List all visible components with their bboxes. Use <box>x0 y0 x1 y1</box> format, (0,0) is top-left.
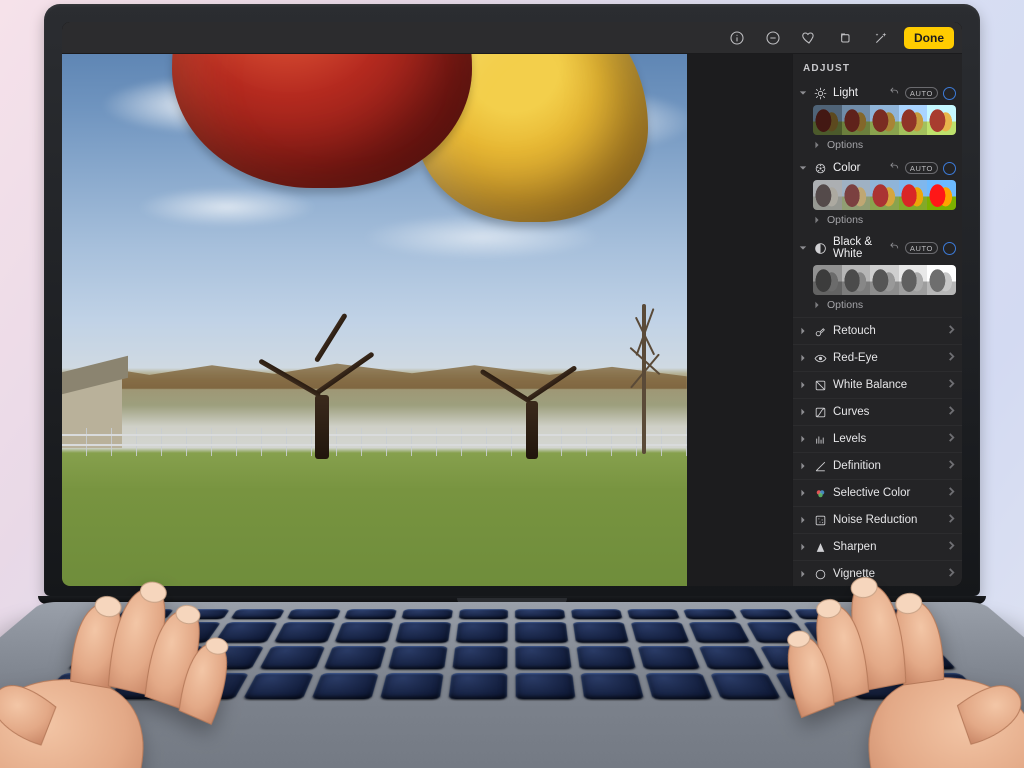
remove-icon[interactable] <box>760 26 786 50</box>
favorite-icon[interactable] <box>796 26 822 50</box>
chevron-right-icon <box>947 433 956 445</box>
auto-button[interactable]: AUTO <box>905 242 938 254</box>
chevron-right-icon <box>813 301 821 309</box>
options-toggle-light[interactable]: Options <box>793 137 962 157</box>
adjust-label: Noise Reduction <box>833 514 941 526</box>
auto-button[interactable]: AUTO <box>905 162 938 174</box>
white-balance-icon <box>813 378 827 392</box>
options-label: Options <box>827 214 863 226</box>
chevron-right-icon <box>947 487 956 499</box>
red-tree <box>182 138 462 458</box>
chevron-right-icon <box>799 435 807 443</box>
adjust-label: Light <box>833 87 883 99</box>
adjust-row-selective[interactable]: Selective Color <box>793 479 962 506</box>
options-label: Options <box>827 139 863 151</box>
chevron-right-icon <box>799 516 807 524</box>
photo-canvas <box>62 54 687 586</box>
chevron-right-icon <box>813 216 821 224</box>
chevron-right-icon <box>947 406 956 418</box>
adjust-row-redeye[interactable]: Red-Eye <box>793 344 962 371</box>
auto-button[interactable]: AUTO <box>905 87 938 99</box>
options-toggle-bw[interactable]: Options <box>793 297 962 317</box>
bw-icon <box>813 241 827 255</box>
enable-ring-icon[interactable] <box>943 162 956 175</box>
chevron-right-icon <box>799 462 807 470</box>
chevron-right-icon <box>813 141 821 149</box>
bw-thumbnail-strip[interactable] <box>813 265 956 295</box>
chevron-right-icon <box>799 408 807 416</box>
adjust-label: Definition <box>833 460 941 472</box>
adjust-row-wb[interactable]: White Balance <box>793 371 962 398</box>
undo-icon[interactable] <box>889 241 900 255</box>
adjust-label: Color <box>833 162 883 174</box>
done-button[interactable]: Done <box>904 27 954 49</box>
chevron-right-icon <box>947 379 956 391</box>
light-icon <box>813 86 827 100</box>
levels-icon <box>813 432 827 446</box>
noise-icon <box>813 513 827 527</box>
chevron-right-icon <box>799 354 807 362</box>
chevron-right-icon <box>799 327 807 335</box>
chevron-right-icon <box>947 352 956 364</box>
app-window: Done <box>62 22 962 586</box>
chevron-right-icon <box>799 489 807 497</box>
panel-title: ADJUST <box>793 54 962 82</box>
chevron-right-icon <box>947 460 956 472</box>
adjust-row-curves[interactable]: Curves <box>793 398 962 425</box>
rotate-icon[interactable] <box>832 26 858 50</box>
laptop: Done <box>44 4 980 604</box>
adjust-header-bw[interactable]: Black & White AUTO <box>793 232 962 262</box>
adjust-label: Curves <box>833 406 941 418</box>
chevron-right-icon <box>799 543 807 551</box>
adjust-section-light: Light AUTO Options <box>793 82 962 157</box>
chevron-right-icon <box>799 381 807 389</box>
adjust-label: Retouch <box>833 325 941 337</box>
chevron-down-icon <box>799 244 807 252</box>
enable-ring-icon[interactable] <box>943 87 956 100</box>
canvas-gutter <box>687 54 792 586</box>
chevron-right-icon <box>947 514 956 526</box>
light-thumbnail-strip[interactable] <box>813 105 956 135</box>
adjust-label: Selective Color <box>833 487 941 499</box>
definition-icon <box>813 459 827 473</box>
adjust-label: Red-Eye <box>833 352 941 364</box>
bare-tree <box>609 303 679 453</box>
retouch-icon <box>813 324 827 338</box>
options-toggle-color[interactable]: Options <box>793 212 962 232</box>
adjust-row-noise[interactable]: Noise Reduction <box>793 506 962 533</box>
undo-icon[interactable] <box>889 86 900 100</box>
options-label: Options <box>827 299 863 311</box>
adjust-header-color[interactable]: Color AUTO <box>793 157 962 177</box>
adjust-row-levels[interactable]: Levels <box>793 425 962 452</box>
curves-icon <box>813 405 827 419</box>
adjust-section-color: Color AUTO Options <box>793 157 962 232</box>
selective-color-icon <box>813 486 827 500</box>
auto-enhance-icon[interactable] <box>868 26 894 50</box>
workspace: ADJUST Light AUTO <box>62 54 962 586</box>
chevron-right-icon <box>947 325 956 337</box>
adjust-header-light[interactable]: Light AUTO <box>793 82 962 102</box>
adjust-label: Levels <box>833 433 941 445</box>
info-icon[interactable] <box>724 26 750 50</box>
toolbar: Done <box>62 22 962 54</box>
adjust-label: Black & White <box>833 236 883 260</box>
color-thumbnail-strip[interactable] <box>813 180 956 210</box>
color-icon <box>813 161 827 175</box>
adjust-row-retouch[interactable]: Retouch <box>793 317 962 344</box>
laptop-lid: Done <box>44 4 980 596</box>
adjust-label: White Balance <box>833 379 941 391</box>
laptop-deck <box>0 602 1024 768</box>
adjust-row-definition[interactable]: Definition <box>793 452 962 479</box>
canvas-area[interactable] <box>62 54 687 586</box>
undo-icon[interactable] <box>889 161 900 175</box>
adjust-sidebar: ADJUST Light AUTO <box>792 54 962 586</box>
redeye-icon <box>813 351 827 365</box>
chevron-down-icon <box>799 89 807 97</box>
adjust-section-bw: Black & White AUTO Optio <box>793 232 962 317</box>
enable-ring-icon[interactable] <box>943 242 956 255</box>
chevron-down-icon <box>799 164 807 172</box>
